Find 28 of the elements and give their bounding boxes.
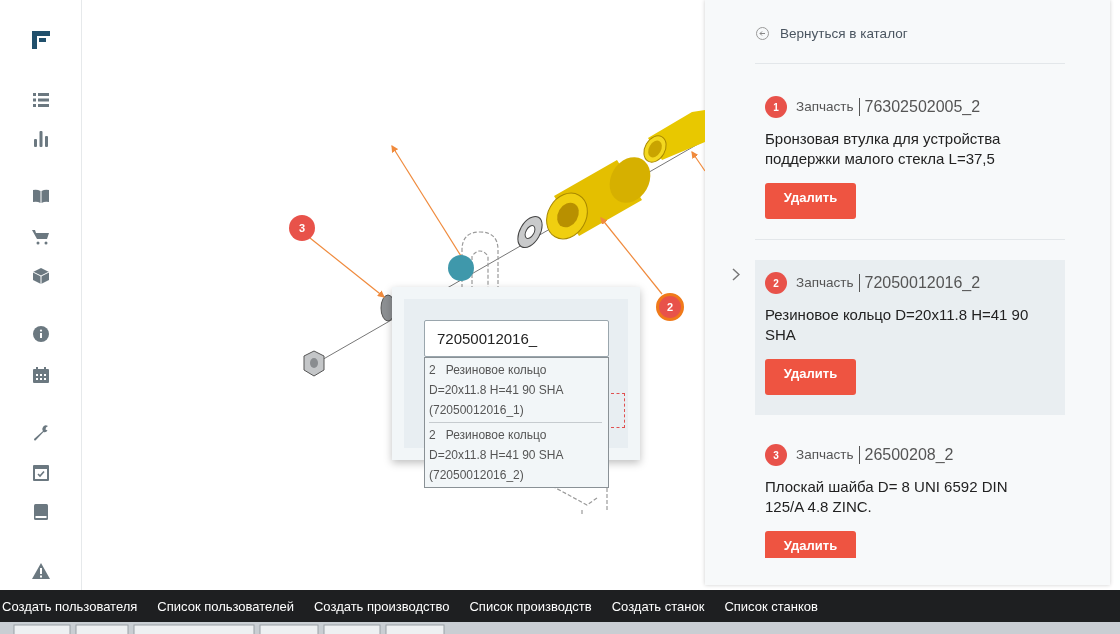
number-badge: 3: [765, 444, 787, 466]
back-link[interactable]: Вернуться в каталог: [780, 25, 908, 41]
menu-link[interactable]: Создать станок: [611, 598, 705, 614]
part-type: Запчасть: [796, 98, 861, 116]
menu-link[interactable]: Список станков: [724, 598, 818, 614]
search-field[interactable]: 72050012016_: [424, 320, 609, 357]
part-code: 26500208_2: [863, 446, 954, 464]
menu-link[interactable]: Создать производство: [314, 598, 450, 614]
suggestion-item[interactable]: 2 Резиновое кольцо D=20x11.8 H=41 90 SHA (72050012016_2): [429, 422, 602, 487]
marker-badge[interactable]: 2: [656, 293, 684, 321]
menu-link[interactable]: Создать пользователя: [2, 598, 138, 614]
part-code: 76302502005_2: [863, 98, 981, 116]
number-badge: 2: [765, 272, 787, 294]
part-type: Запчасть: [796, 446, 861, 464]
part-code: 72050012016_2: [863, 274, 981, 292]
part-description: Резиновое кольцо D=20x11.8 H=41 90 SHA: [765, 305, 1030, 345]
delete-button[interactable]: Удалить: [765, 531, 856, 558]
delete-button[interactable]: Удалить: [765, 183, 856, 219]
delete-button[interactable]: Удалить: [765, 359, 856, 395]
suggestion-item[interactable]: 2 Резиновое кольцо D=20x11.8 H=41 90 SHA (72050012016_1): [429, 358, 602, 422]
marker-badge[interactable]: 3: [289, 215, 315, 241]
menu-link[interactable]: Список производств: [469, 598, 592, 614]
menu-link[interactable]: Список пользователей: [157, 598, 294, 614]
part-type: Запчасть: [796, 274, 861, 292]
part-card[interactable]: 2 Запчасть 72050012016_2 Резиновое кольцо D=20x11.8 H=41 90 SHA Удалить: [755, 260, 1065, 415]
number-badge: 1: [765, 96, 787, 118]
part-description: Плоскай шайба D= 8 UNI 6592 DIN 125/A 4.8 ZINC.: [765, 477, 1009, 517]
part-description: Бронзовая втулка для устройства поддержки малого стекла L=37,5: [765, 129, 1002, 169]
